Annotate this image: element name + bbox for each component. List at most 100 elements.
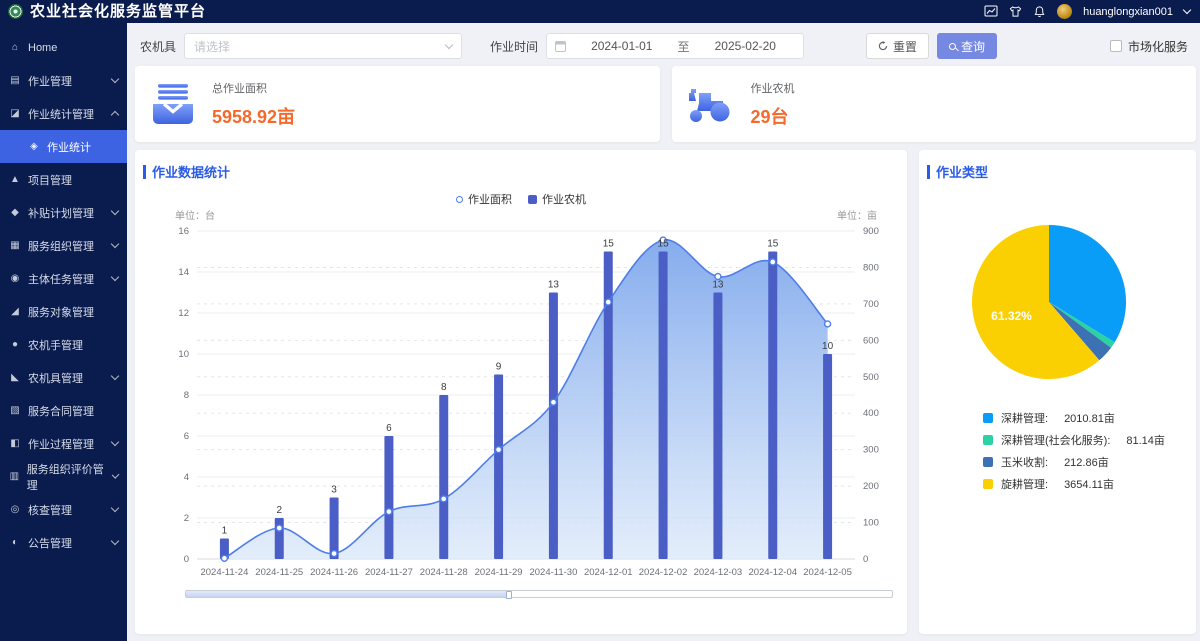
pie-legend-item[interactable]: 玉米收割:212.86亩 — [983, 454, 1165, 470]
pie-legend: 深耕管理:2010.81亩深耕管理(社会化服务):81.14亩玉米收割:212.… — [983, 410, 1165, 498]
datazoom-window[interactable] — [186, 591, 511, 597]
contract-icon: ▧ — [9, 405, 21, 416]
line-point-marker[interactable] — [825, 321, 831, 327]
chevron-down-icon — [111, 75, 119, 83]
avatar[interactable] — [1057, 4, 1072, 19]
pie-legend-item[interactable]: 深耕管理(社会化服务):81.14亩 — [983, 432, 1165, 448]
sidebar-item[interactable]: ●农机手管理 — [0, 328, 127, 361]
date-start-value[interactable]: 2024-01-01 — [572, 39, 672, 53]
sidebar-item[interactable]: ◎核查管理 — [0, 493, 127, 526]
left-axis-tick: 8 — [184, 390, 189, 401]
pie-legend-item[interactable]: 深耕管理:2010.81亩 — [983, 410, 1165, 426]
stat-value: 5958.92亩 — [212, 103, 295, 129]
bar[interactable] — [659, 252, 668, 560]
bar[interactable] — [330, 498, 339, 560]
bar-value-label: 9 — [496, 362, 502, 373]
line-point-marker[interactable] — [496, 447, 502, 453]
bar[interactable] — [384, 436, 393, 559]
job-stats-icon: ◈ — [28, 141, 40, 152]
sidebar-item[interactable]: ◪作业统计管理 — [0, 97, 127, 130]
pie-legend-value: 3654.11亩 — [1064, 476, 1114, 492]
jobs-icon: ▤ — [9, 75, 21, 86]
sidebar-item[interactable]: ▤ 作业管理 — [0, 64, 127, 97]
bell-icon[interactable] — [1033, 5, 1046, 18]
reset-button-label: 重置 — [893, 38, 917, 55]
bar[interactable] — [768, 252, 777, 560]
refresh-icon — [878, 41, 888, 51]
x-axis-tick: 2024-12-03 — [694, 567, 743, 578]
line-point-marker[interactable] — [331, 551, 337, 557]
sidebar-item[interactable]: ▧服务合同管理 — [0, 394, 127, 427]
bar[interactable] — [713, 293, 722, 560]
chevron-down-icon — [1183, 6, 1191, 14]
pie-percentage-label: 61.32% — [991, 309, 1032, 323]
chevron-down-icon — [111, 273, 119, 281]
legend-label: 作业面积 — [468, 191, 512, 207]
process-icon: ◧ — [9, 438, 21, 449]
sidebar-item[interactable]: ◢服务对象管理 — [0, 295, 127, 328]
reset-button[interactable]: 重置 — [866, 33, 929, 59]
legend-item[interactable]: 作业农机 — [528, 191, 586, 207]
machine-filter-label: 农机具 — [140, 38, 176, 55]
machine-select[interactable]: 请选择 — [184, 33, 462, 59]
right-axis-tick: 800 — [863, 262, 879, 273]
sidebar-item-label: 服务组织管理 — [28, 238, 94, 254]
pie-legend-label: 旋耕管理: — [1001, 476, 1048, 492]
sidebar-item[interactable]: ◣农机具管理 — [0, 361, 127, 394]
market-service-label: 市场化服务 — [1128, 38, 1188, 55]
sidebar-item[interactable]: ◧作业过程管理 — [0, 427, 127, 460]
topbar-actions: huanglongxian001 — [984, 4, 1190, 19]
sidebar-item[interactable]: ⌂Home — [0, 31, 127, 64]
sidebar-item[interactable]: ▦服务组织管理 — [0, 229, 127, 262]
right-axis-tick: 600 — [863, 335, 879, 346]
pie-legend-item[interactable]: 旋耕管理: 3654.11亩 — [983, 476, 1165, 492]
evaluation-icon: ▥ — [9, 471, 20, 482]
datazoom-slider[interactable] — [185, 590, 893, 598]
pie-legend-swatch-icon — [983, 479, 993, 489]
bar[interactable] — [275, 518, 284, 559]
bar[interactable] — [494, 375, 503, 560]
bar[interactable] — [439, 395, 448, 559]
sidebar-item[interactable]: ◆补贴计划管理 — [0, 196, 127, 229]
sidebar-item[interactable]: ◈作业统计 — [0, 130, 127, 163]
line-point-marker[interactable] — [605, 299, 611, 305]
shirt-icon[interactable] — [1009, 5, 1022, 18]
panels-row: 作业数据统计 作业面积作业农机 单位：台 单位：亩 02468101214160… — [135, 150, 1196, 634]
tractor-icon — [687, 83, 735, 125]
date-range-input[interactable]: 2024-01-01 至 2025-02-20 — [546, 33, 804, 59]
market-service-checkbox[interactable]: 市场化服务 — [1110, 38, 1188, 55]
left-axis-tick: 4 — [184, 472, 189, 483]
legend-item[interactable]: 作业面积 — [456, 191, 512, 207]
sidebar-item-label: 补贴计划管理 — [28, 205, 94, 221]
username[interactable]: huanglongxian001 — [1083, 6, 1173, 18]
sidebar-item-label: 公告管理 — [28, 535, 72, 551]
line-point-marker[interactable] — [441, 496, 447, 502]
sidebar-item-label: 项目管理 — [28, 172, 72, 188]
sidebar-item-label: 主体任务管理 — [28, 271, 94, 287]
line-point-marker[interactable] — [550, 399, 556, 405]
right-axis-tick: 100 — [863, 518, 879, 529]
bar-value-label: 2 — [276, 505, 282, 516]
line-point-marker[interactable] — [221, 555, 227, 561]
chevron-down-icon — [111, 207, 119, 215]
sidebar-item[interactable]: ◉主体任务管理 — [0, 262, 127, 295]
sidebar-item[interactable]: ▲项目管理 — [0, 163, 127, 196]
date-end-value[interactable]: 2025-02-20 — [696, 39, 796, 53]
query-button[interactable]: 查询 — [937, 33, 997, 59]
sidebar-item[interactable]: ◐公告管理 — [0, 526, 127, 559]
x-axis-tick: 2024-11-30 — [529, 567, 577, 578]
bar[interactable] — [823, 354, 832, 559]
line-series-marker-icon — [456, 196, 463, 203]
brand: 农业社会化服务监管平台 — [8, 0, 206, 23]
line-point-marker[interactable] — [276, 525, 282, 531]
x-axis-tick: 2024-12-04 — [748, 567, 797, 578]
bar[interactable] — [549, 293, 558, 560]
line-point-marker[interactable] — [770, 259, 776, 265]
chart-shortcut-icon[interactable] — [984, 5, 998, 18]
stat-cards-row: 总作业面积 5958.92亩 作业农机 29台 — [135, 66, 1196, 142]
sidebar-item[interactable]: ▥ 服务组织评价管理 — [0, 460, 127, 493]
bar-value-label: 1 — [222, 526, 228, 537]
line-point-marker[interactable] — [386, 509, 392, 515]
sidebar-item-label: 作业管理 — [28, 73, 72, 89]
sidebar-item-label: 服务组织评价管理 — [27, 461, 106, 493]
